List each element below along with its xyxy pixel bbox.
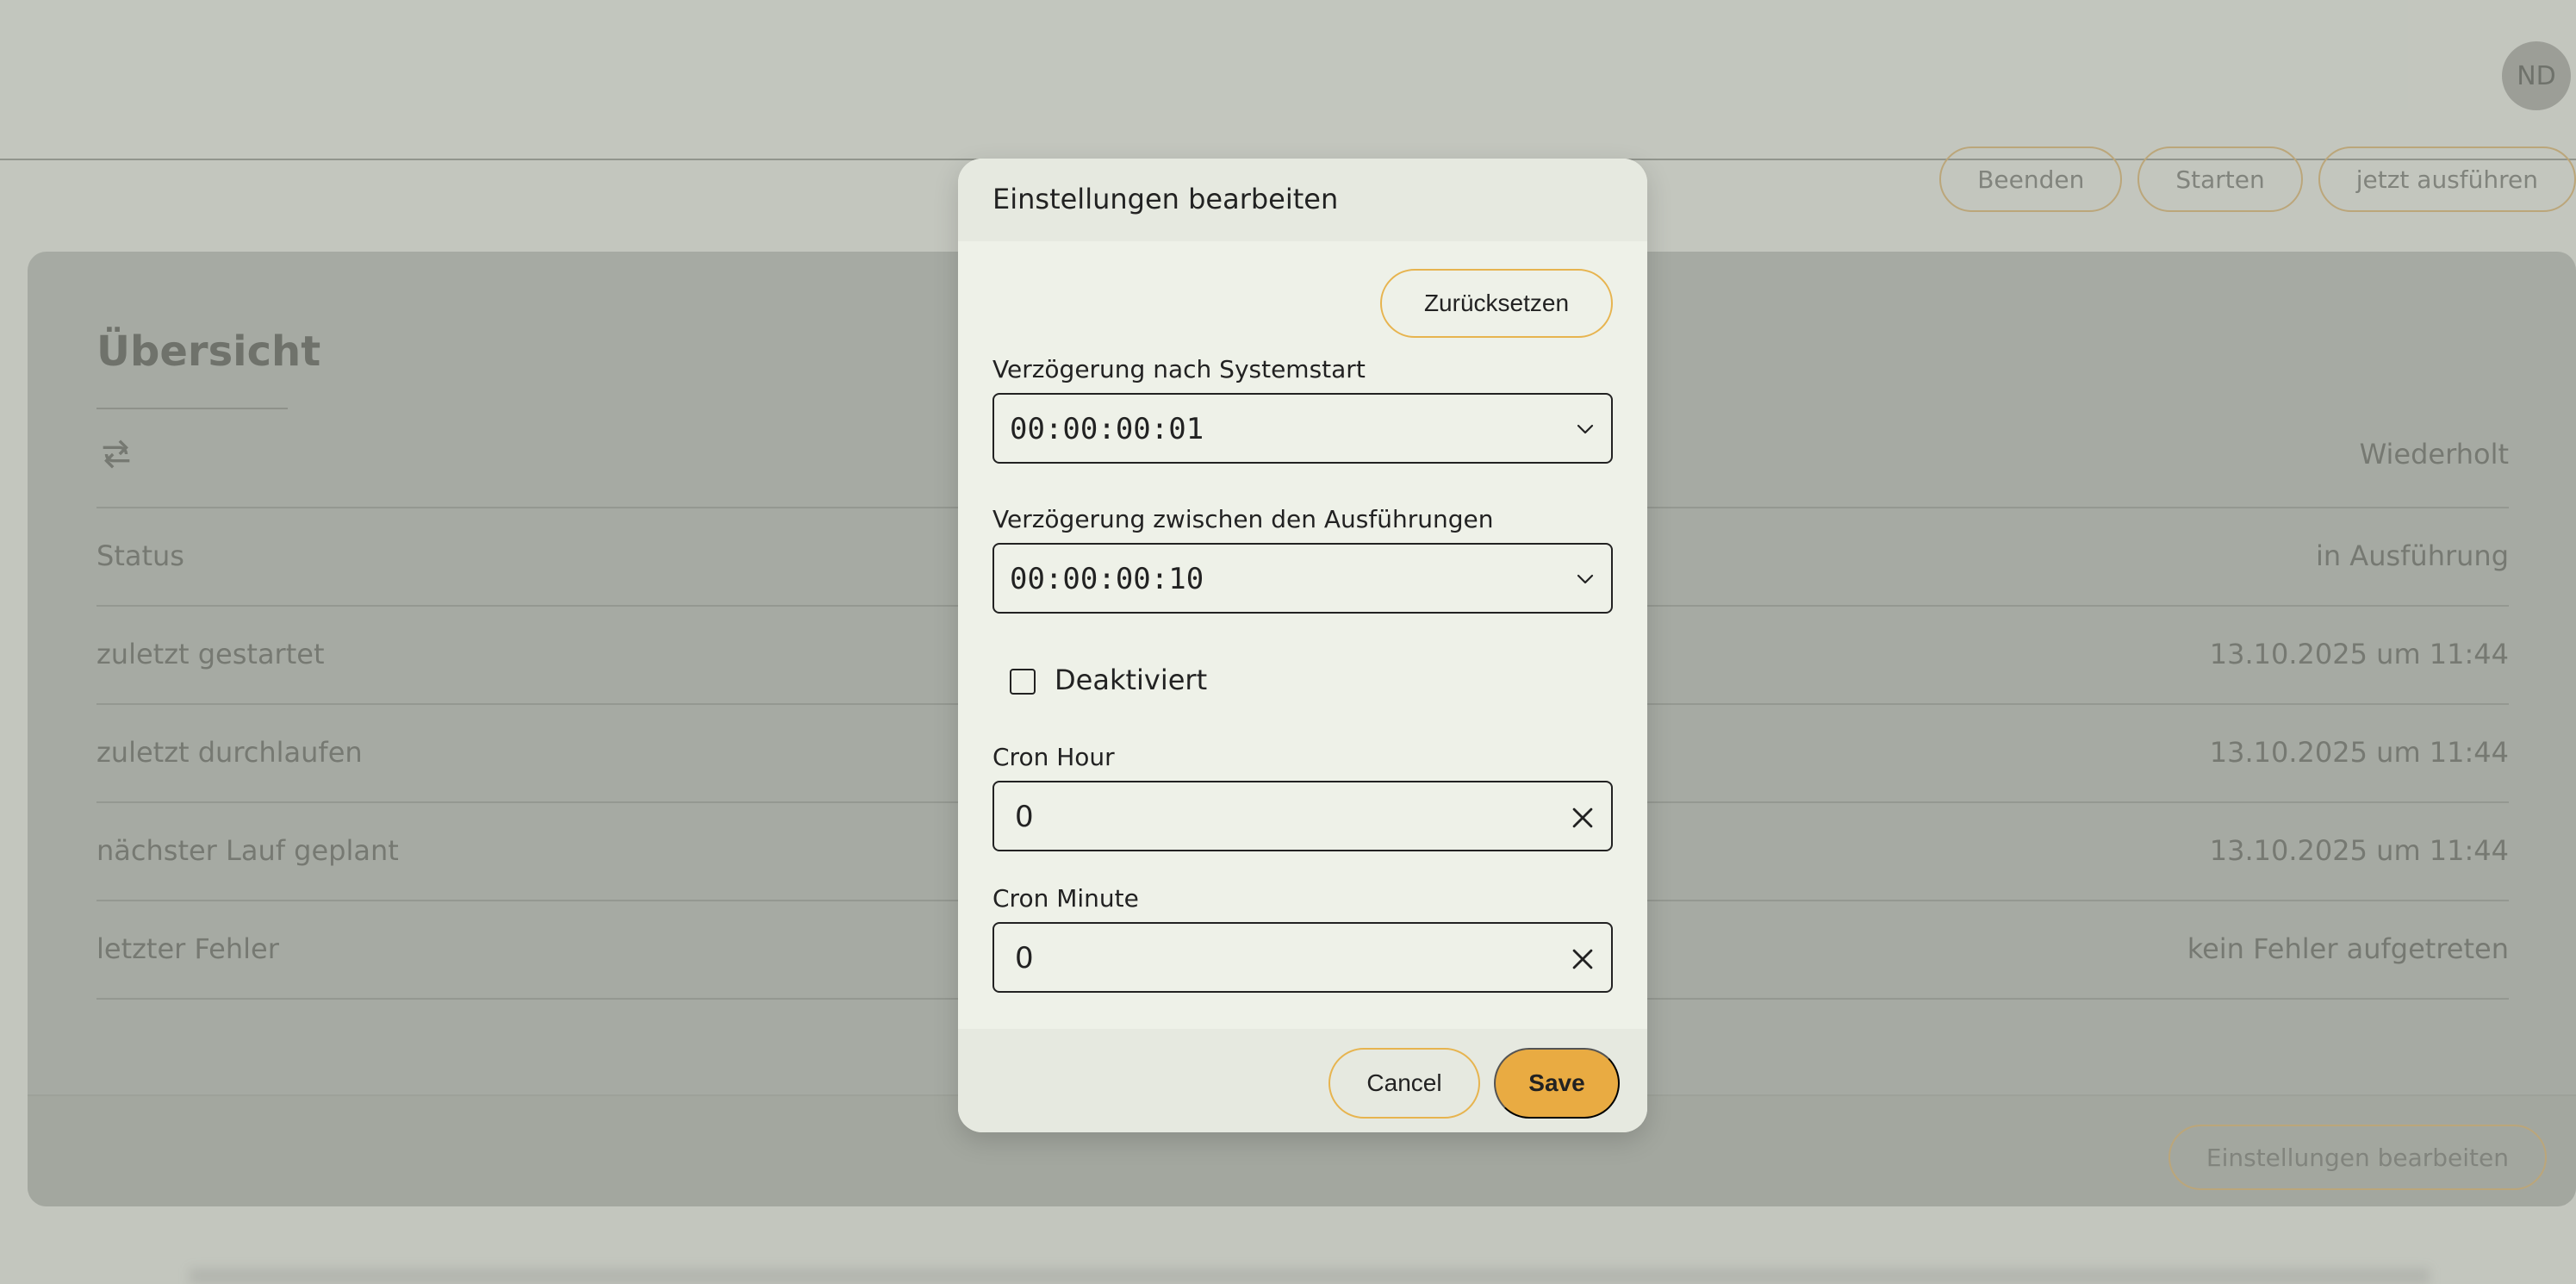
reset-button[interactable]: Zurücksetzen bbox=[1380, 269, 1613, 338]
cron-hour-value: 0 bbox=[1015, 800, 1034, 834]
delay-startup-value: 00:00:00:01 bbox=[1010, 412, 1204, 446]
delay-between-label: Verzögerung zwischen den Ausführungen bbox=[992, 505, 1494, 533]
modal-header: Einstellungen bearbeiten bbox=[958, 159, 1647, 241]
chevron-down-icon bbox=[1577, 424, 1594, 434]
cron-hour-input[interactable]: 0 bbox=[992, 781, 1613, 851]
cron-minute-input[interactable]: 0 bbox=[992, 922, 1613, 993]
cancel-button[interactable]: Cancel bbox=[1328, 1048, 1480, 1119]
delay-between-select[interactable]: 00:00:00:10 bbox=[992, 543, 1613, 614]
delay-between-value: 00:00:00:10 bbox=[1010, 562, 1204, 596]
cron-minute-label: Cron Minute bbox=[992, 884, 1139, 913]
cron-hour-label: Cron Hour bbox=[992, 743, 1115, 771]
close-icon[interactable] bbox=[1568, 944, 1597, 974]
close-icon[interactable] bbox=[1568, 803, 1597, 832]
settings-modal: Einstellungen bearbeiten Zurücksetzen Ve… bbox=[958, 159, 1647, 1132]
chevron-down-icon bbox=[1577, 574, 1594, 584]
save-button[interactable]: Save bbox=[1494, 1048, 1620, 1119]
disabled-checkbox[interactable] bbox=[1010, 669, 1036, 695]
delay-startup-label: Verzögerung nach Systemstart bbox=[992, 355, 1366, 383]
disabled-label: Deaktiviert bbox=[1055, 664, 1208, 696]
cron-minute-value: 0 bbox=[1015, 941, 1034, 975]
modal-title: Einstellungen bearbeiten bbox=[992, 183, 1339, 215]
delay-startup-select[interactable]: 00:00:00:01 bbox=[992, 393, 1613, 464]
